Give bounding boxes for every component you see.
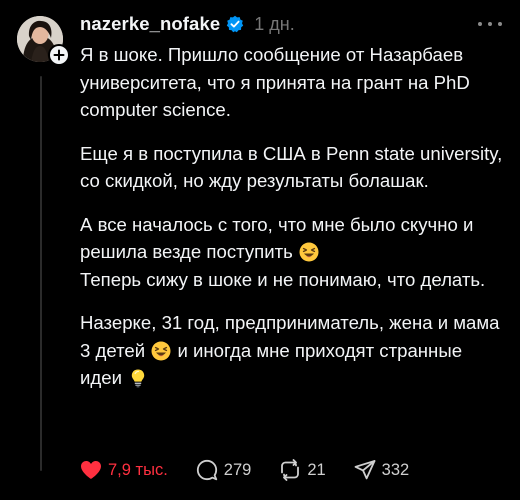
comment-count: 279 bbox=[223, 460, 252, 479]
dot-icon bbox=[478, 22, 482, 26]
repost-count: 21 bbox=[307, 460, 326, 479]
post-body: Я в шоке. Пришло сообщение от Назарбаев … bbox=[80, 41, 505, 408]
repost-icon bbox=[281, 459, 300, 481]
laughing-squint-emoji-icon bbox=[299, 242, 319, 262]
plus-icon bbox=[53, 49, 65, 61]
like-count: 7,9 тыс. bbox=[108, 460, 168, 479]
dot-icon bbox=[488, 22, 492, 26]
thread-post: nazerke_nofake 1 дн. Я в шоке. Пришло со… bbox=[0, 0, 520, 500]
post-time[interactable]: 1 дн. bbox=[254, 14, 294, 35]
share-button[interactable]: 332 bbox=[354, 459, 410, 481]
post-paragraph: Я в шоке. Пришло сообщение от Назарбаев … bbox=[80, 44, 470, 120]
verified-badge-icon bbox=[226, 15, 244, 33]
post-header: nazerke_nofake 1 дн. bbox=[80, 11, 295, 37]
comment-bubble-icon bbox=[196, 459, 217, 481]
thread-line bbox=[40, 76, 42, 471]
username[interactable]: nazerke_nofake bbox=[80, 13, 220, 35]
post-paragraph: Назерке, 31 год, предприниматель, жена и… bbox=[80, 309, 505, 392]
laughing-squint-emoji-icon bbox=[151, 341, 171, 361]
heart-filled-icon bbox=[81, 461, 101, 479]
send-icon bbox=[354, 460, 376, 480]
more-options-button[interactable] bbox=[478, 14, 502, 34]
follow-plus-button[interactable] bbox=[48, 44, 70, 66]
comment-button[interactable]: 279 bbox=[196, 459, 252, 481]
dot-icon bbox=[498, 22, 502, 26]
post-paragraph: А все началось с того, что мне было скуч… bbox=[80, 211, 505, 266]
post-paragraph: Еще я в поступила в США в Penn state uni… bbox=[80, 142, 503, 192]
paragraph-text: А все началось с того, что мне было скуч… bbox=[80, 213, 474, 263]
post-paragraph: Теперь сижу в шоке и не понимаю, что дел… bbox=[80, 268, 486, 290]
repost-button[interactable]: 21 bbox=[279, 459, 326, 481]
action-bar: 7,9 тыс. 279 21 332 bbox=[80, 456, 437, 484]
like-button[interactable]: 7,9 тыс. bbox=[80, 460, 168, 480]
light-bulb-emoji-icon bbox=[128, 368, 148, 388]
share-count: 332 bbox=[381, 460, 410, 479]
